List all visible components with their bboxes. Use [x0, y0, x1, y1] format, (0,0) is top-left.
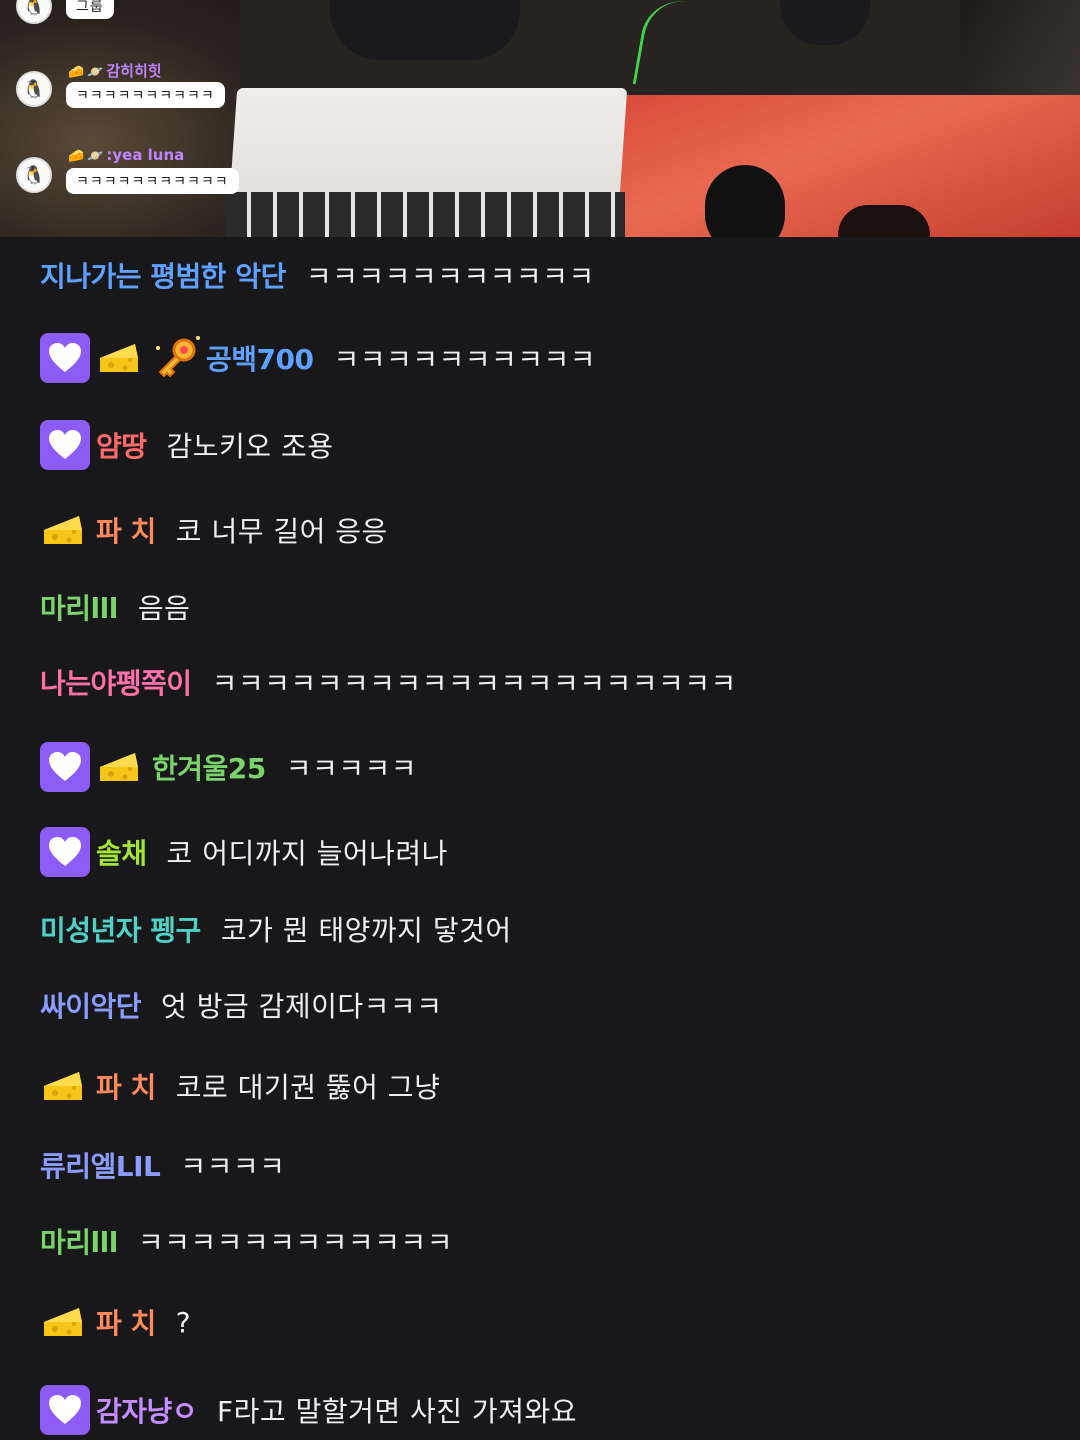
- penguin-avatar-icon: 🐧: [16, 157, 52, 193]
- chat-message[interactable]: 마리lll 음음: [40, 587, 190, 627]
- chat-message-text: ㅋㅋㅋㅋㅋㅋㅋㅋㅋㅋ: [333, 343, 597, 376]
- overlay-message: 🐧 ㅋㅋㅋㅋㅋㅋㅋㅋㅋㅋㅋ: [16, 156, 239, 194]
- chat-message[interactable]: 미성년자 펭구 코가 뭔 태양까지 닿것어: [40, 909, 512, 949]
- chat-message-text: 코로 대기권 뚫어 그냥: [175, 1071, 441, 1104]
- overlay-bubble: ㅋㅋㅋㅋㅋㅋㅋㅋㅋㅋ: [66, 82, 225, 108]
- chat-message[interactable]: 파 치?: [40, 1299, 191, 1345]
- cheese-icon[interactable]: [96, 335, 142, 381]
- chat-username[interactable]: 솔채: [96, 832, 147, 872]
- sub-heart-icon[interactable]: [40, 742, 90, 792]
- overlay-message-top: 🐧 그룹: [16, 0, 114, 24]
- video-keyboard-keys: [225, 192, 625, 237]
- chat-message[interactable]: 한겨울25 ㅋㅋㅋㅋㅋ: [40, 742, 417, 792]
- video-mouse: [705, 165, 785, 237]
- chat-username[interactable]: 파 치: [96, 1302, 156, 1342]
- chat-username[interactable]: 감자냥ㅇ: [96, 1390, 198, 1430]
- chat-message[interactable]: 마리lll ㅋㅋㅋㅋㅋㅋㅋㅋㅋㅋㅋㅋ: [40, 1221, 453, 1261]
- sub-heart-icon[interactable]: [40, 827, 90, 877]
- chat-message[interactable]: 감자냥ㅇ F라고 말할거면 사진 가져와요: [40, 1385, 577, 1435]
- video-monitor-stand: [960, 0, 1080, 100]
- chat-message[interactable]: 싸이악단 엇 방금 감제이다ㅋㅋㅋ: [40, 985, 442, 1025]
- cheese-icon[interactable]: [96, 744, 142, 790]
- chat-message-text: 감노키오 조용: [166, 430, 334, 463]
- chat-message[interactable]: 솔채 코 어디까지 늘어나려나: [40, 827, 448, 877]
- chat-message-text: 음음: [137, 592, 191, 625]
- chat-message[interactable]: 파 치 코 너무 길어 응응: [40, 507, 388, 553]
- chat-message-text: ?: [175, 1305, 192, 1339]
- sub-heart-icon[interactable]: [40, 420, 90, 470]
- cheese-icon[interactable]: [40, 1299, 86, 1345]
- chat-username[interactable]: 파 치: [96, 1066, 156, 1106]
- chat-message-text: ㅋㅋㅋㅋㅋㅋㅋㅋㅋㅋㅋ: [305, 260, 595, 293]
- chat-username[interactable]: 미성년자 펭구: [40, 909, 201, 949]
- chat-username[interactable]: 공백700: [206, 338, 314, 378]
- chat-message-text: ㅋㅋㅋㅋㅋㅋㅋㅋㅋㅋㅋㅋㅋㅋㅋㅋㅋㅋㅋㅋ: [211, 667, 737, 700]
- chat-username[interactable]: 싸이악단: [40, 985, 142, 1025]
- stream-video[interactable]: 🐧 그룹 🧀 🪐 감히히힛 🐧 ㅋㅋㅋㅋㅋㅋㅋㅋㅋㅋ 🧀 🪐:yea luna 🐧 ㅋ…: [0, 0, 1080, 237]
- chat-message[interactable]: 지나가는 평범한 악단 ㅋㅋㅋㅋㅋㅋㅋㅋㅋㅋㅋ: [40, 255, 595, 295]
- chat-message[interactable]: 얌땅 감노키오 조용: [40, 420, 334, 470]
- chat-username[interactable]: 한겨울25: [152, 747, 266, 787]
- key-icon[interactable]: [152, 334, 202, 382]
- sub-heart-icon[interactable]: [40, 1385, 90, 1435]
- chat-username[interactable]: 류리엘LIL: [40, 1145, 161, 1185]
- overlay-message: 🐧 ㅋㅋㅋㅋㅋㅋㅋㅋㅋㅋ: [16, 70, 225, 108]
- chat-message[interactable]: 공백700 ㅋㅋㅋㅋㅋㅋㅋㅋㅋㅋ: [40, 333, 596, 383]
- chat-username[interactable]: 파 치: [96, 510, 156, 550]
- chat-message-text: 코가 뭔 태양까지 닿것어: [220, 914, 512, 947]
- cheese-icon[interactable]: [40, 1063, 86, 1109]
- chat-message-text: ㅋㅋㅋㅋㅋ: [285, 752, 418, 785]
- chat-username[interactable]: 나는야펭쪽이: [40, 662, 192, 702]
- penguin-avatar-icon: 🐧: [16, 71, 52, 107]
- chat-username[interactable]: 얌땅: [96, 425, 147, 465]
- chat-message[interactable]: 류리엘LIL ㅋㅋㅋㅋ: [40, 1145, 285, 1185]
- overlay-bubble: ㅋㅋㅋㅋㅋㅋㅋㅋㅋㅋㅋ: [66, 168, 239, 194]
- video-chair: [330, 0, 520, 60]
- chat-list[interactable]: 지나가는 평범한 악단 ㅋㅋㅋㅋㅋㅋㅋㅋㅋㅋㅋ 공백700 ㅋㅋㅋㅋㅋㅋㅋㅋㅋㅋ 얌땅 감…: [0, 237, 1080, 1440]
- chat-username[interactable]: 지나가는 평범한 악단: [40, 255, 286, 295]
- overlay-bubble: 그룹: [66, 0, 114, 19]
- video-mouse-secondary: [838, 205, 930, 237]
- chat-username[interactable]: 마리lll: [40, 587, 118, 627]
- chat-message-text: 코 어디까지 늘어나려나: [166, 837, 448, 870]
- chat-username[interactable]: 마리lll: [40, 1221, 118, 1261]
- chat-message-text: 엇 방금 감제이다ㅋㅋㅋ: [161, 990, 443, 1023]
- chat-message-text: 코 너무 길어 응응: [175, 515, 388, 548]
- penguin-avatar-icon: 🐧: [16, 0, 52, 24]
- sub-heart-icon[interactable]: [40, 333, 90, 383]
- chat-message-text: ㅋㅋㅋㅋ: [180, 1150, 286, 1183]
- chat-message[interactable]: 파 치 코로 대기권 뚫어 그냥: [40, 1063, 440, 1109]
- chat-message[interactable]: 나는야펭쪽이 ㅋㅋㅋㅋㅋㅋㅋㅋㅋㅋㅋㅋㅋㅋㅋㅋㅋㅋㅋㅋ: [40, 662, 737, 702]
- cheese-icon[interactable]: [40, 507, 86, 553]
- chat-message-text: F라고 말할거면 사진 가져와요: [217, 1395, 577, 1428]
- chat-message-text: ㅋㅋㅋㅋㅋㅋㅋㅋㅋㅋㅋㅋ: [137, 1226, 453, 1259]
